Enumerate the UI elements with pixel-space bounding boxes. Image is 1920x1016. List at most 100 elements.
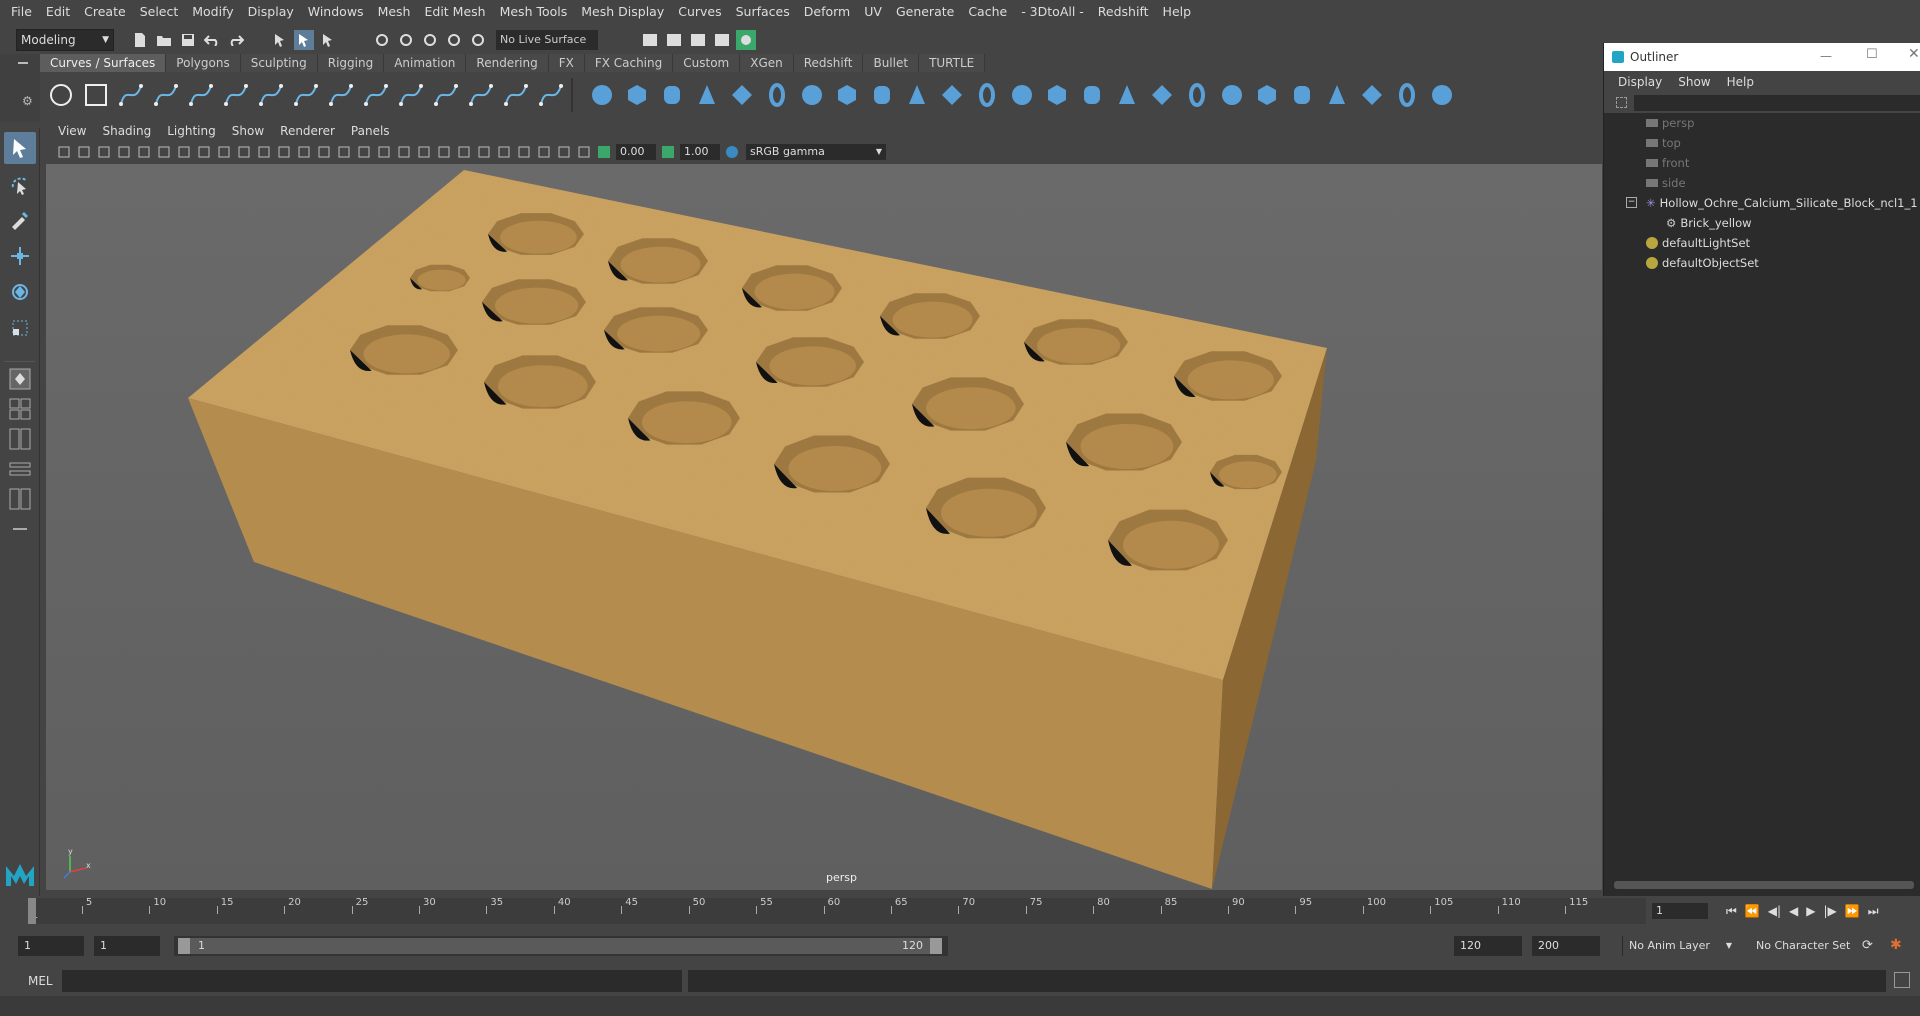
insert-isoparm-icon[interactable] <box>1357 80 1387 110</box>
select-camera-icon[interactable] <box>56 144 72 160</box>
outliner-item-mesh[interactable]: ⚙ Brick_yellow <box>1604 213 1752 233</box>
animation-preferences-icon[interactable]: ✱ <box>1890 937 1902 953</box>
live-surface-field[interactable]: No Live Surface <box>496 30 598 50</box>
shelf-tab[interactable]: Custom <box>673 54 741 72</box>
make-live-icon[interactable] <box>468 30 488 50</box>
menu-item[interactable]: File <box>4 0 39 24</box>
boundary-icon[interactable] <box>972 80 1002 110</box>
grease-pencil-icon[interactable] <box>156 144 172 160</box>
menu-item[interactable]: - 3DtoAll - <box>1014 0 1091 24</box>
panel-menu-item[interactable]: Panels <box>343 124 398 138</box>
curve-insert-knot-icon[interactable] <box>396 80 426 110</box>
curve-rebuild-icon[interactable] <box>501 80 531 110</box>
outliner-menu-item[interactable]: Show <box>1670 75 1718 89</box>
new-scene-icon[interactable] <box>130 30 150 50</box>
snap-point-icon[interactable] <box>420 30 440 50</box>
menu-item[interactable]: Deform <box>797 0 857 24</box>
field-chart-icon[interactable] <box>256 144 272 160</box>
open-close-icon[interactable] <box>1287 80 1317 110</box>
curve-detach-icon[interactable] <box>326 80 356 110</box>
outliner-persp-layout-icon[interactable] <box>4 456 36 482</box>
safe-action-icon[interactable] <box>276 144 292 160</box>
menu-item[interactable]: Display <box>241 0 301 24</box>
outliner-item-camera[interactable]: front <box>1604 153 1689 173</box>
untrim-icon[interactable] <box>1182 80 1212 110</box>
lasso-tool-icon[interactable] <box>4 168 36 200</box>
gamma-icon[interactable] <box>660 144 676 160</box>
gamma-field[interactable]: 1.00 <box>680 144 720 160</box>
collapse-icon[interactable]: − <box>1626 197 1637 208</box>
panel-menu-item[interactable]: Show <box>224 124 272 138</box>
command-input[interactable] <box>62 970 682 992</box>
render-settings-icon[interactable] <box>712 30 732 50</box>
outliner-item-camera[interactable]: side <box>1604 173 1686 193</box>
persp-graph-layout-icon[interactable] <box>4 486 36 512</box>
outliner-item-camera[interactable]: top <box>1604 133 1681 153</box>
nurbs-sphere-icon[interactable] <box>587 80 617 110</box>
camera-attributes-icon[interactable] <box>76 144 92 160</box>
select-by-component-icon[interactable] <box>318 30 338 50</box>
menu-item[interactable]: UV <box>857 0 889 24</box>
shelf-settings-icon[interactable]: ⚙ <box>22 94 33 108</box>
shadows-icon[interactable] <box>416 144 432 160</box>
project-curve-icon[interactable] <box>1077 80 1107 110</box>
shelf-tab[interactable]: Sculpting <box>240 54 318 72</box>
menu-item[interactable]: Modify <box>185 0 240 24</box>
snap-view-plane-icon[interactable] <box>444 30 464 50</box>
loft-icon[interactable] <box>832 80 862 110</box>
range-slider-bar[interactable]: 1 120 <box>178 938 942 954</box>
play-forwards-icon[interactable]: ▶ <box>1806 904 1815 919</box>
two-view-side-layout-icon[interactable] <box>4 426 36 452</box>
view-2d-pan-zoom-icon[interactable] <box>136 144 152 160</box>
scale-tool-icon[interactable] <box>4 312 36 344</box>
menu-item[interactable]: Curves <box>671 0 728 24</box>
extrude-icon[interactable] <box>902 80 932 110</box>
isolate-select-icon[interactable] <box>516 144 532 160</box>
panel-menu-item[interactable]: Lighting <box>159 124 224 138</box>
use-default-material-icon[interactable] <box>336 144 352 160</box>
attach-surfaces-icon[interactable] <box>1217 80 1247 110</box>
play-backwards-icon[interactable]: ◀ <box>1789 904 1798 919</box>
menu-item[interactable]: Help <box>1156 0 1199 24</box>
wireframe-on-shaded-icon[interactable] <box>356 144 372 160</box>
redo-icon[interactable] <box>226 30 246 50</box>
menu-item[interactable]: Surfaces <box>729 0 797 24</box>
range-end-handle[interactable] <box>930 938 942 954</box>
mode-selector[interactable]: Modeling ▼ <box>16 29 114 51</box>
menu-item[interactable]: Windows <box>301 0 371 24</box>
open-scene-icon[interactable] <box>154 30 174 50</box>
snap-curve-icon[interactable] <box>396 30 416 50</box>
rotate-tool-icon[interactable] <box>4 276 36 308</box>
time-slider[interactable]: 1510152025303540455055606570758085909510… <box>0 896 1920 926</box>
character-set-dropdown[interactable]: No Character Set <box>1750 936 1862 956</box>
viewport-persp[interactable]: persp y x <box>46 164 1602 890</box>
shelf-tab[interactable]: Rendering <box>466 54 549 72</box>
current-frame-field[interactable]: 1 <box>1652 903 1708 919</box>
anim-layer-dropdown[interactable]: No Anim Layer ▼ <box>1622 936 1734 956</box>
motion-blur-icon[interactable] <box>456 144 472 160</box>
arc-curve-icon[interactable] <box>256 80 286 110</box>
ep-curve-icon[interactable] <box>151 80 181 110</box>
menu-item[interactable]: Generate <box>889 0 961 24</box>
anti-aliasing-icon[interactable] <box>476 144 492 160</box>
curve-offset-icon[interactable] <box>466 80 496 110</box>
smooth-shade-icon[interactable] <box>316 144 332 160</box>
trim-icon[interactable] <box>1147 80 1177 110</box>
minimize-icon[interactable]: — <box>1820 49 1832 63</box>
rebuild-surface-icon[interactable] <box>1322 80 1352 110</box>
shelf-tab[interactable]: Bullet <box>863 54 920 72</box>
shelf-menu-icon[interactable] <box>18 62 28 64</box>
panel-menu-item[interactable]: View <box>50 124 94 138</box>
auto-key-icon[interactable]: ⟳ <box>1862 938 1873 953</box>
screen-space-ambient-occlusion-icon[interactable] <box>436 144 452 160</box>
nurbs-cone-icon[interactable] <box>692 80 722 110</box>
detach-surfaces-icon[interactable] <box>1252 80 1282 110</box>
use-all-lights-icon[interactable] <box>396 144 412 160</box>
view-transform-dropdown[interactable]: sRGB gamma ▼ <box>746 144 886 160</box>
panel-menu-item[interactable]: Shading <box>94 124 159 138</box>
bezier-curve-icon[interactable] <box>221 80 251 110</box>
menu-item[interactable]: Mesh <box>371 0 418 24</box>
panel-menu-item[interactable]: Renderer <box>272 124 343 138</box>
nurbs-square-icon[interactable] <box>81 80 111 110</box>
menu-item[interactable]: Cache <box>961 0 1014 24</box>
